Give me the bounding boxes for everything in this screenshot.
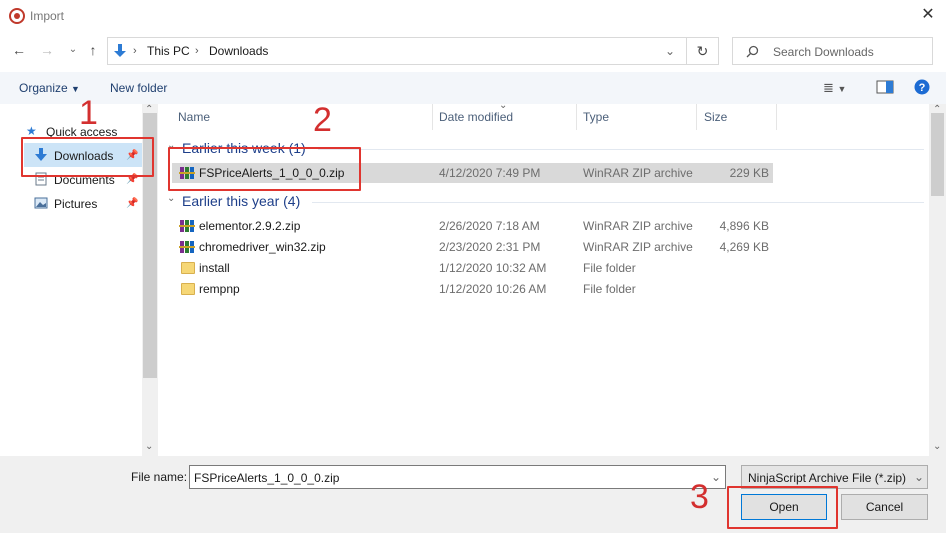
table-row[interactable]: rempnp 1/12/2020 10:26 AM File folder — [172, 279, 773, 299]
picture-icon — [34, 197, 48, 209]
file-type: File folder — [583, 261, 636, 275]
step-number-3: 3 — [690, 478, 709, 516]
address-bar[interactable]: › This PC › Downloads ⌄ — [107, 37, 687, 65]
close-button[interactable]: ✕ — [918, 5, 938, 25]
file-name: rempnp — [199, 282, 240, 296]
collapse-group-icon[interactable]: ⌄ — [167, 193, 175, 204]
file-size: 4,896 KB — [719, 219, 769, 233]
file-type: WinRAR ZIP archive — [583, 166, 693, 180]
file-name: chromedriver_win32.zip — [199, 240, 326, 254]
file-type-value: NinjaScript Archive File (*.zip) — [748, 471, 907, 485]
file-date: 4/12/2020 7:49 PM — [439, 166, 541, 180]
file-date: 1/12/2020 10:32 AM — [439, 261, 547, 275]
column-separator[interactable] — [776, 104, 777, 130]
group-divider — [312, 202, 924, 203]
file-type: File folder — [583, 282, 636, 296]
help-icon[interactable]: ? — [914, 79, 930, 95]
search-icon — [746, 45, 759, 58]
breadcrumb-separator: › — [195, 45, 199, 57]
file-size: 229 KB — [729, 166, 769, 180]
column-separator[interactable] — [432, 104, 433, 130]
search-input[interactable]: Search Downloads — [732, 37, 933, 65]
column-header-name[interactable]: Name — [178, 110, 210, 124]
scroll-up-icon[interactable]: ⌃ — [933, 104, 941, 115]
zip-archive-icon — [179, 241, 195, 253]
cancel-button[interactable]: Cancel — [841, 494, 928, 520]
file-date: 1/12/2020 10:26 AM — [439, 282, 547, 296]
file-name-label: File name: — [131, 470, 188, 484]
highlight-box-downloads — [21, 137, 154, 177]
organize-menu[interactable]: Organize ▼ — [19, 81, 80, 95]
file-name-value: FSPriceAlerts_1_0_0_0.zip — [194, 471, 340, 485]
folder-icon — [181, 262, 195, 274]
zip-archive-icon — [179, 220, 195, 232]
file-type: WinRAR ZIP archive — [583, 219, 693, 233]
column-separator[interactable] — [696, 104, 697, 130]
file-name-dropdown-icon[interactable]: ⌄ — [711, 470, 721, 484]
table-row[interactable]: elementor.2.9.2.zip 2/26/2020 7:18 AM Wi… — [172, 216, 773, 236]
title-bar — [0, 0, 946, 32]
column-separator[interactable] — [576, 104, 577, 130]
table-row[interactable]: chromedriver_win32.zip 2/23/2020 2:31 PM… — [172, 237, 773, 257]
step-number-1: 1 — [79, 94, 98, 132]
up-button[interactable]: ↑ — [84, 42, 102, 58]
group-header-this-year[interactable]: Earlier this year (4) — [182, 193, 300, 209]
scroll-down-icon[interactable]: ⌄ — [145, 441, 153, 452]
preview-pane-icon[interactable] — [876, 80, 894, 94]
file-type-dropdown-icon[interactable]: ⌄ — [914, 470, 924, 484]
file-date: 2/26/2020 7:18 AM — [439, 219, 540, 233]
address-dropdown-icon[interactable]: ⌄ — [665, 44, 675, 58]
file-name: install — [199, 261, 230, 275]
download-arrow-icon — [114, 44, 126, 57]
recent-locations-button[interactable]: ⌄ — [64, 44, 82, 55]
breadcrumb-this-pc[interactable]: This PC — [147, 44, 190, 58]
column-header-date[interactable]: Date modified — [439, 110, 513, 124]
breadcrumb-downloads[interactable]: Downloads — [209, 44, 268, 58]
app-icon — [9, 8, 25, 24]
scroll-down-icon[interactable]: ⌄ — [933, 441, 941, 452]
file-name: elementor.2.9.2.zip — [199, 219, 301, 233]
new-folder-button[interactable]: New folder — [110, 81, 167, 95]
file-size: 4,269 KB — [719, 240, 769, 254]
pin-icon: 📌 — [126, 198, 139, 209]
highlight-box-open — [727, 486, 838, 529]
forward-button[interactable]: → — [38, 42, 56, 58]
file-type: WinRAR ZIP archive — [583, 240, 693, 254]
refresh-button[interactable]: ↻ — [687, 37, 719, 65]
svg-text:?: ? — [919, 82, 926, 94]
back-button[interactable]: ← — [10, 42, 28, 58]
file-list-scrollbar-thumb[interactable] — [931, 113, 944, 196]
table-row[interactable]: install 1/12/2020 10:32 AM File folder — [172, 258, 773, 278]
highlight-box-file — [168, 147, 361, 191]
file-date: 2/23/2020 2:31 PM — [439, 240, 541, 254]
view-options-icon[interactable]: ≣ ▼ — [823, 80, 846, 96]
group-divider — [318, 149, 924, 150]
column-header-type[interactable]: Type — [583, 110, 609, 124]
search-placeholder: Search Downloads — [773, 45, 874, 59]
step-number-2: 2 — [313, 101, 332, 139]
file-name-input[interactable]: FSPriceAlerts_1_0_0_0.zip ⌄ — [189, 465, 726, 489]
folder-icon — [181, 283, 195, 295]
window-title: Import — [30, 9, 65, 23]
breadcrumb-separator: › — [133, 45, 137, 57]
scroll-up-icon[interactable]: ⌃ — [145, 104, 153, 115]
star-icon: ★ — [26, 124, 37, 138]
column-header-size[interactable]: Size — [704, 110, 727, 124]
